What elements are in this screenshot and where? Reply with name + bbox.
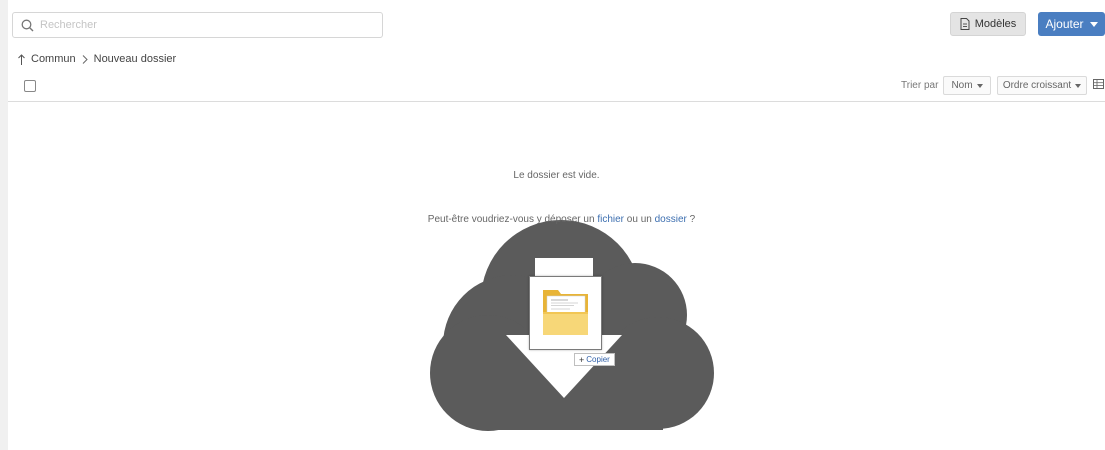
add-button-label: Ajouter [1045,17,1084,31]
caret-down-icon [1075,83,1082,88]
sort-field-dropdown[interactable]: Nom [943,76,991,95]
sort-order-value: Ordre croissant [1002,80,1072,91]
hint-text-middle: ou un [626,214,652,225]
list-header-bar: Trier par Nom Ordre croissant [8,74,1105,102]
breadcrumb: Commun Nouveau dossier [18,53,176,65]
caret-down-icon [1089,21,1098,27]
copy-tooltip: + Copier [574,353,615,366]
drop-hint: Peut-être voudriez-vous y déposer un fic… [8,214,1105,225]
hint-text-prefix: Peut-être voudriez-vous y déposer un [427,214,595,225]
cloud-download-icon [430,220,714,431]
document-icon [960,18,970,30]
sort-label: Trier par [901,80,939,91]
drop-zone-overlay [8,0,1105,450]
arrow-up-icon[interactable] [18,53,25,65]
breadcrumb-item-current: Nouveau dossier [93,53,177,65]
file-manager: Modèles Ajouter Commun Nouveau dossier T… [8,0,1105,450]
add-button[interactable]: Ajouter [1038,12,1105,36]
search-icon [21,19,34,31]
chevron-right-icon [82,54,88,64]
breadcrumb-item-root[interactable]: Commun [31,53,76,65]
folder-icon [543,290,588,335]
copy-tooltip-label: Copier [586,355,610,364]
sort-field-value: Nom [951,80,973,91]
hint-text-suffix: ? [689,214,696,225]
grid-view-icon[interactable] [1093,79,1104,89]
empty-folder-message: Le dossier est vide. [513,170,600,181]
sort-order-dropdown[interactable]: Ordre croissant [997,76,1087,95]
search-box[interactable] [12,12,383,38]
upload-folder-link[interactable]: dossier [655,214,687,225]
search-input[interactable] [40,19,370,31]
dragged-item-preview [529,276,602,350]
upload-file-link[interactable]: fichier [597,214,624,225]
templates-button[interactable]: Modèles [950,12,1026,36]
caret-down-icon [976,83,983,88]
top-toolbar: Modèles Ajouter [8,0,1105,44]
plus-icon: + [579,354,585,365]
templates-button-label: Modèles [974,18,1017,30]
select-all-checkbox[interactable] [24,80,36,92]
